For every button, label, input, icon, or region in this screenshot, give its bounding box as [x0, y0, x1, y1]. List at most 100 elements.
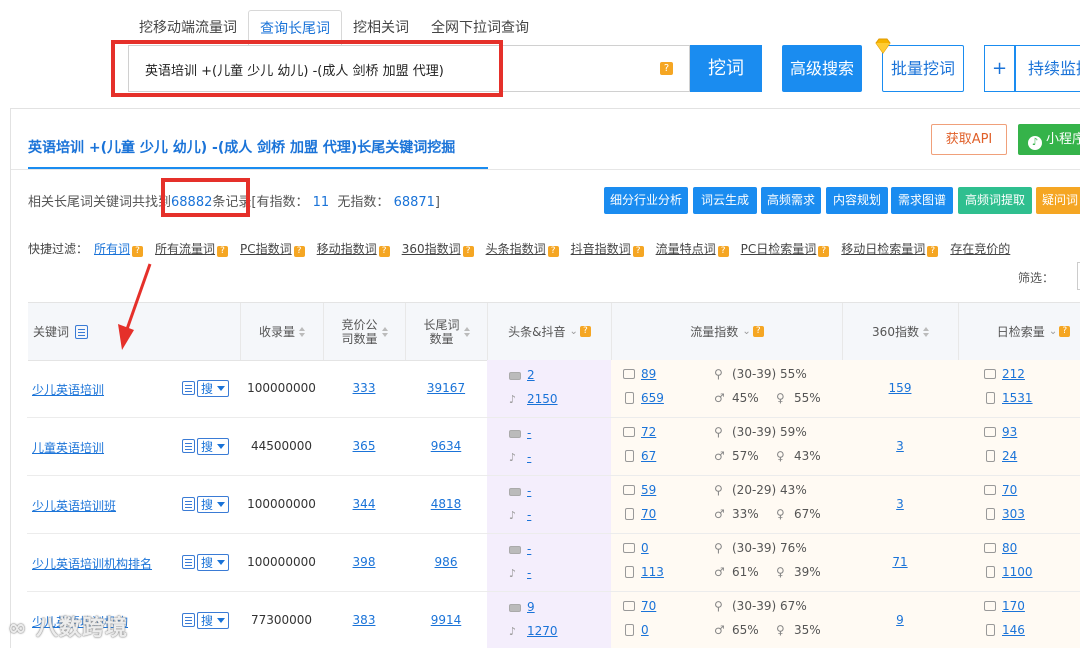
filter-traffic-feature[interactable]: 流量特点词?: [656, 240, 729, 257]
pc-daily-value[interactable]: 80: [1002, 541, 1017, 555]
feature-button-wordcloud[interactable]: 词云生成: [693, 187, 757, 214]
female-icon: ♀: [776, 391, 785, 405]
index-360-link[interactable]: 9: [896, 613, 904, 627]
keyword-link[interactable]: 少儿英语培训机构排名: [32, 555, 152, 572]
feature-button-high-freq-extract[interactable]: 高频词提取: [958, 187, 1032, 214]
copy-icon[interactable]: [75, 324, 89, 339]
col-bid-count[interactable]: 竞价公 司数量: [324, 303, 406, 360]
index-360-link[interactable]: 3: [896, 439, 904, 453]
filter-toutiao-index[interactable]: 头条指数词?: [486, 240, 559, 257]
filter-mobile-index[interactable]: 移动指数词?: [317, 240, 390, 257]
tail-count-link[interactable]: 986: [435, 555, 458, 569]
mobile-daily-value[interactable]: 1100: [1002, 565, 1033, 579]
keyword-link[interactable]: 少儿英语培训班: [32, 497, 116, 514]
mobile-daily-value[interactable]: 146: [1002, 623, 1025, 637]
male-icon: ♂: [714, 449, 725, 463]
copy-icon[interactable]: [182, 439, 195, 453]
bid-count-link[interactable]: 398: [353, 555, 376, 569]
mobile-daily-value[interactable]: 1531: [1002, 391, 1033, 405]
pc-flow-value[interactable]: 72: [641, 425, 656, 439]
tail-count-link[interactable]: 4818: [431, 497, 462, 511]
toutiao-value[interactable]: 2: [527, 368, 535, 382]
col-included[interactable]: 收录量: [241, 303, 324, 360]
mobile-flow-value[interactable]: 0: [641, 623, 649, 637]
col-360-index[interactable]: 360指数: [843, 303, 959, 360]
search-dropdown-button[interactable]: 搜: [197, 380, 230, 397]
filter-all[interactable]: 所有词?: [94, 240, 144, 257]
filter-douyin-index[interactable]: 抖音指数词?: [571, 240, 644, 257]
help-icon: ?: [132, 246, 144, 257]
douyin-value[interactable]: -: [527, 450, 531, 464]
pc-daily-value[interactable]: 93: [1002, 425, 1017, 439]
mobile-daily-value[interactable]: 303: [1002, 507, 1025, 521]
keyword-link[interactable]: 儿童英语培训: [32, 439, 104, 456]
dig-button[interactable]: 挖词: [690, 45, 762, 92]
toutiao-value[interactable]: -: [527, 426, 531, 440]
pc-flow-value[interactable]: 89: [641, 367, 656, 381]
feature-button-content-plan[interactable]: 内容规划: [826, 187, 888, 214]
douyin-value[interactable]: 1270: [527, 624, 558, 638]
douyin-value[interactable]: -: [527, 566, 531, 580]
mobile-flow-value[interactable]: 659: [641, 391, 664, 405]
search-dropdown-button[interactable]: 搜: [197, 438, 230, 455]
toutiao-value[interactable]: -: [527, 542, 531, 556]
filter-label: 移动日检索量词: [841, 242, 926, 256]
bid-count-link[interactable]: 383: [353, 613, 376, 627]
advanced-search-button[interactable]: 高级搜索: [782, 45, 862, 92]
search-dropdown-button[interactable]: 搜: [197, 612, 230, 629]
index-360-link[interactable]: 3: [896, 497, 904, 511]
mobile-flow-value[interactable]: 70: [641, 507, 656, 521]
copy-icon[interactable]: [182, 497, 195, 511]
tail-count-link[interactable]: 9914: [431, 613, 462, 627]
pc-daily-value[interactable]: 212: [1002, 367, 1025, 381]
feature-button-demand-graph[interactable]: 需求图谱: [891, 187, 953, 214]
filter-mobile-daily[interactable]: 移动日检索量词?: [841, 240, 939, 257]
mini-program-button[interactable]: ♪ 小程序: [1018, 124, 1080, 155]
tail-count-link[interactable]: 39167: [427, 381, 465, 395]
keyword-link[interactable]: 少儿英语培训: [32, 381, 104, 398]
bid-count-link[interactable]: 333: [353, 381, 376, 395]
included-count: 77300000: [250, 613, 313, 627]
filter-has-bid[interactable]: 存在竞价的: [950, 240, 1010, 257]
search-dropdown-button[interactable]: 搜: [197, 554, 230, 571]
batch-dig-button[interactable]: 批量挖词: [882, 45, 964, 92]
mobile-daily-value[interactable]: 24: [1002, 449, 1017, 463]
help-icon[interactable]: ?: [660, 62, 673, 75]
pc-flow-value[interactable]: 0: [641, 541, 649, 555]
mobile-flow-value[interactable]: 113: [641, 565, 664, 579]
feature-button-question-words[interactable]: 疑问词: [1036, 187, 1080, 214]
get-api-button[interactable]: 获取API: [931, 124, 1007, 155]
col-flow-index[interactable]: 流量指数 ⌄?: [612, 303, 843, 360]
feature-button-high-freq-demand[interactable]: 高频需求: [761, 187, 821, 214]
add-monitor-button[interactable]: +: [984, 45, 1015, 92]
index-360-link[interactable]: 71: [892, 555, 907, 569]
tail-count-link[interactable]: 9634: [431, 439, 462, 453]
copy-icon[interactable]: [182, 381, 195, 395]
search-dropdown-button[interactable]: 搜: [197, 496, 230, 513]
copy-icon[interactable]: [182, 613, 195, 627]
col-toutiao-douyin[interactable]: 头条&抖音 ⌄?: [488, 303, 612, 360]
douyin-value[interactable]: -: [527, 508, 531, 522]
continuous-monitor-button[interactable]: 持续监控: [1015, 45, 1080, 92]
douyin-value[interactable]: 2150: [527, 392, 558, 406]
bid-count-link[interactable]: 365: [353, 439, 376, 453]
feature-button-industry[interactable]: 细分行业分析: [604, 187, 688, 214]
col-daily-search[interactable]: 日检索量 ⌄?: [959, 303, 1080, 360]
filter-pc-index[interactable]: PC指数词?: [240, 240, 305, 257]
toutiao-value[interactable]: 9: [527, 600, 535, 614]
filter-pc-daily[interactable]: PC日检索量词?: [741, 240, 830, 257]
toutiao-value[interactable]: -: [527, 484, 531, 498]
pc-flow-value[interactable]: 70: [641, 599, 656, 613]
index-360-link[interactable]: 159: [889, 381, 912, 395]
copy-icon[interactable]: [182, 555, 195, 569]
filter-360-index[interactable]: 360指数词?: [402, 240, 474, 257]
filter-all-traffic[interactable]: 所有流量词?: [155, 240, 229, 257]
pc-daily-value[interactable]: 70: [1002, 483, 1017, 497]
pc-daily-value[interactable]: 170: [1002, 599, 1025, 613]
pc-icon: [623, 543, 635, 553]
mobile-flow-value[interactable]: 67: [641, 449, 656, 463]
bid-count-link[interactable]: 344: [353, 497, 376, 511]
col-tail-count[interactable]: 长尾词 数量: [406, 303, 488, 360]
help-icon: ?: [378, 246, 390, 257]
pc-flow-value[interactable]: 59: [641, 483, 656, 497]
